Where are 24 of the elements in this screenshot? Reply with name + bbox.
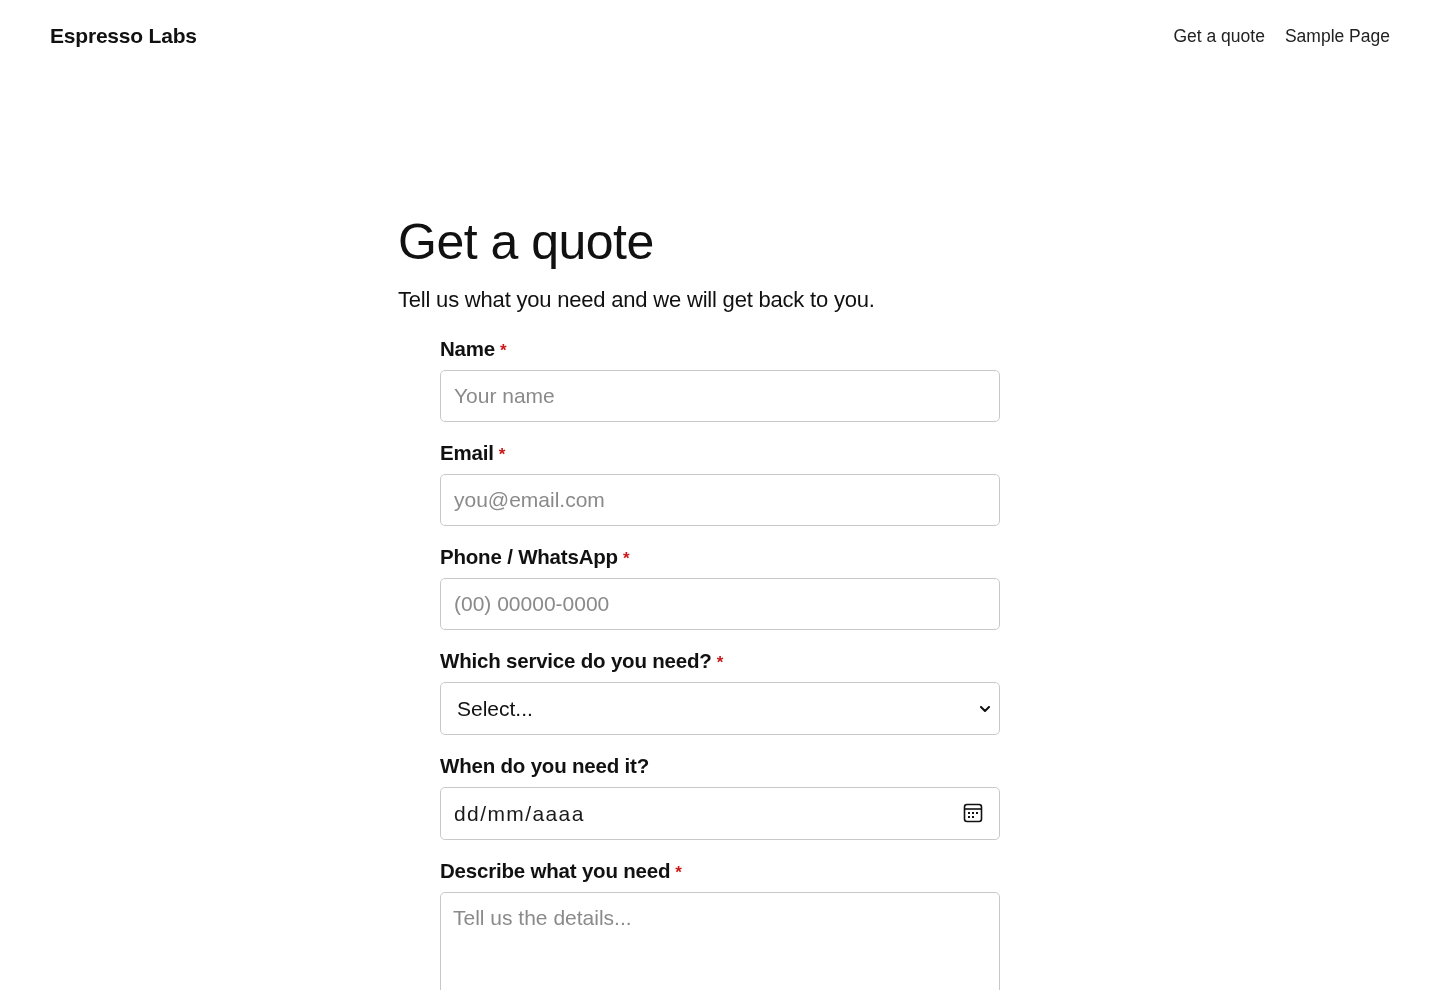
site-title[interactable]: Espresso Labs [50, 24, 197, 48]
input-field[interactable]: Your name [440, 370, 1000, 422]
required-asterisk: * [675, 862, 682, 884]
required-asterisk: * [622, 548, 630, 570]
field-label: Name [440, 337, 496, 361]
field-label: When do you need it? [440, 754, 649, 778]
field-label: Phone / WhatsApp [440, 545, 618, 569]
required-asterisk: * [498, 444, 506, 466]
nav-link[interactable]: Sample Page [1284, 25, 1390, 47]
field-label: Describe what you need [440, 859, 671, 883]
date-field[interactable]: dd/mm/aaaa [440, 787, 1000, 840]
input-field[interactable]: (00) 00000-0000 [440, 578, 1000, 630]
required-asterisk: * [500, 340, 507, 362]
field-label: Email [440, 441, 494, 465]
chevron-down-icon [980, 706, 990, 712]
textarea-field[interactable]: Tell us the details... [440, 892, 1000, 990]
nav-link[interactable]: Get a quote [1173, 25, 1265, 47]
required-asterisk: * [716, 652, 724, 674]
dropdown-field[interactable]: Select... [440, 682, 1000, 735]
input-field[interactable]: you@email.com [440, 474, 1000, 526]
field-label: Which service do you need? [440, 649, 712, 673]
calendar-icon[interactable] [963, 803, 983, 823]
intro-text: Tell us what you need and we will get back to you. [398, 286, 876, 314]
page-title: Get a quote [398, 213, 655, 272]
